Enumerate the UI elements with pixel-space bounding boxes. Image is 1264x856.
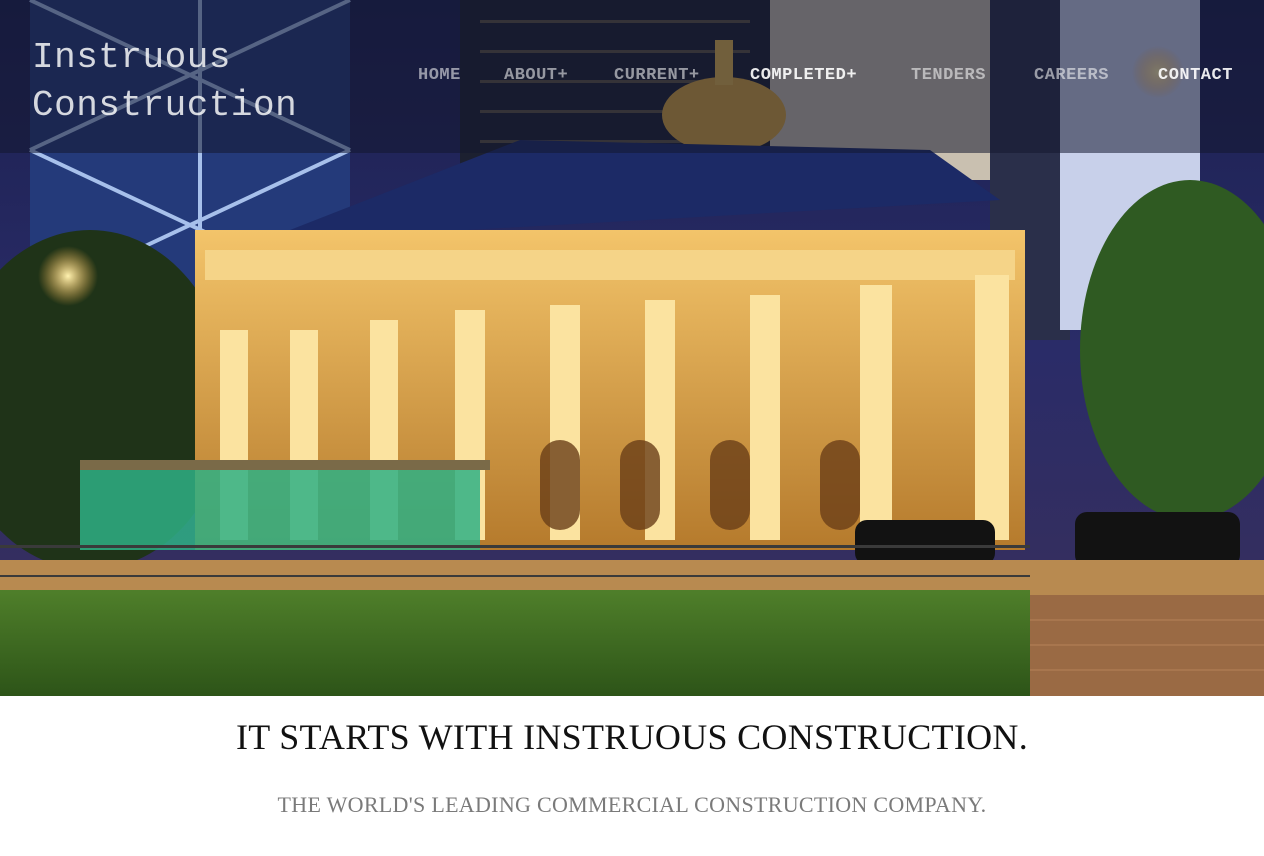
main-nav: HOME ABOUT+ CURRENT+ COMPLETED+ TENDERS … [0,66,1264,90]
main-subheadline: THE WORLD'S LEADING COMMERCIAL CONSTRUCT… [277,792,987,817]
nav-completed[interactable]: COMPLETED+ [750,66,857,85]
nav-careers[interactable]: CAREERS [1034,66,1109,85]
main-headline: IT STARTS WITH INSTRUOUS CONSTRUCTION. [235,717,1029,757]
hero-banner: Instruous Construction HOME ABOUT+ CURRE… [0,0,1264,696]
nav-contact[interactable]: CONTACT [1158,66,1233,85]
nav-current[interactable]: CURRENT+ [614,66,700,85]
nav-home[interactable]: HOME [418,66,461,85]
nav-tenders[interactable]: TENDERS [911,66,986,85]
nav-about[interactable]: ABOUT+ [504,66,568,85]
top-navbar: Instruous Construction HOME ABOUT+ CURRE… [0,0,1264,153]
